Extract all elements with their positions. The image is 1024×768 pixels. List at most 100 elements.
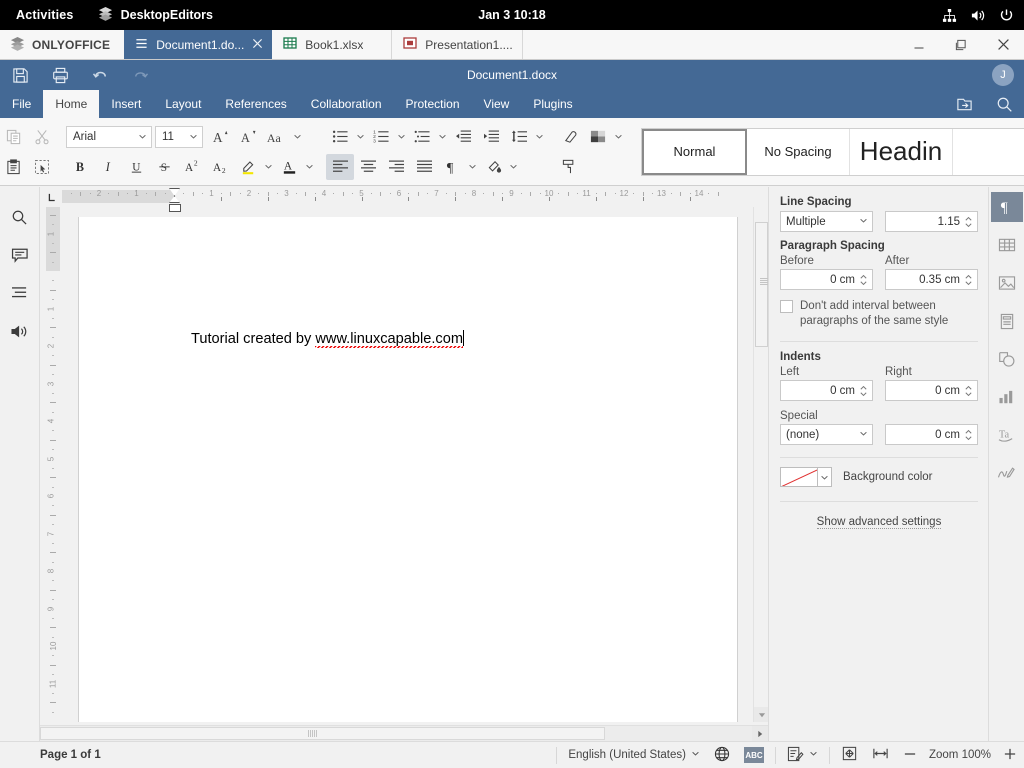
highlight-color-icon[interactable] [234, 154, 262, 180]
select-all-icon[interactable] [28, 154, 56, 180]
scroll-down-button[interactable] [754, 707, 769, 722]
tab-stop-left-icon[interactable] [40, 187, 62, 207]
tab-stop-mark[interactable] [595, 197, 597, 201]
chevron-down-icon[interactable] [466, 154, 479, 180]
activities-button[interactable]: Activities [0, 8, 88, 22]
hscrollbar-thumb[interactable] [40, 727, 605, 740]
image-settings-icon[interactable] [991, 268, 1023, 298]
minimize-icon[interactable] [898, 30, 940, 59]
spinner-icon[interactable] [964, 385, 975, 397]
scroll-right-button[interactable] [752, 726, 768, 741]
special-indent-by-input[interactable]: 0 cm [885, 424, 978, 445]
chevron-down-icon[interactable] [262, 154, 275, 180]
strikethrough-icon[interactable]: S [150, 154, 178, 180]
style-heading1[interactable]: Headin [850, 128, 953, 175]
tab-plugins[interactable]: Plugins [521, 90, 584, 118]
header-footer-settings-icon[interactable] [991, 306, 1023, 336]
chevron-down-icon[interactable] [507, 154, 520, 180]
copy-icon[interactable] [0, 124, 28, 150]
tab-collaboration[interactable]: Collaboration [299, 90, 394, 118]
text-art-settings-icon[interactable]: Ta [991, 420, 1023, 450]
justify-icon[interactable] [410, 154, 438, 180]
power-icon[interactable] [999, 8, 1014, 23]
indent-left-input[interactable]: 0 cm [780, 380, 873, 401]
line-spacing-value-input[interactable]: 1.15 [885, 211, 978, 232]
fit-to-width-button[interactable] [865, 742, 896, 768]
document-paragraph[interactable]: Tutorial created by www.linuxcapable.com [191, 330, 465, 348]
no-interval-checkbox[interactable] [780, 300, 793, 313]
avatar[interactable]: J [992, 64, 1014, 86]
maximize-icon[interactable] [940, 30, 982, 59]
tab-stop-mark[interactable] [314, 197, 316, 201]
paste-icon[interactable] [0, 154, 28, 180]
style-normal[interactable]: Normal [642, 128, 747, 175]
tab-stop-mark[interactable] [549, 197, 550, 201]
tab-book1[interactable]: Book1.xlsx [272, 30, 393, 59]
comments-icon[interactable] [7, 243, 33, 267]
shape-settings-icon[interactable] [991, 344, 1023, 374]
document-vertical-scrollbar[interactable] [753, 207, 769, 722]
tab-stop-mark[interactable] [267, 197, 269, 201]
document-page[interactable]: Tutorial created by www.linuxcapable.com [78, 217, 738, 722]
tab-stop-mark[interactable] [642, 197, 644, 201]
font-size-select[interactable]: 11 [155, 125, 203, 148]
bold-icon[interactable]: B [66, 154, 94, 180]
decrease-font-size-icon[interactable]: A [235, 124, 263, 150]
tab-stop-mark[interactable] [455, 197, 457, 201]
tab-stop-mark[interactable] [361, 197, 363, 201]
style-next[interactable] [953, 129, 1024, 175]
chevron-down-icon[interactable] [612, 124, 625, 150]
chevron-down-icon[interactable] [354, 124, 367, 150]
show-advanced-settings-link[interactable]: Show advanced settings [816, 516, 942, 529]
tab-presentation1[interactable]: Presentation1.... [392, 30, 523, 59]
tab-stop-mark[interactable] [502, 197, 504, 201]
fit-to-page-button[interactable] [834, 742, 865, 768]
search-icon[interactable] [984, 90, 1024, 118]
numbering-icon[interactable]: 1 2 3 [367, 124, 395, 150]
font-name-select[interactable]: Arial [66, 125, 152, 148]
special-indent-select[interactable]: (none) [780, 424, 873, 445]
indent-right-input[interactable]: 0 cm [885, 380, 978, 401]
open-file-location-icon[interactable] [944, 90, 984, 118]
italic-icon[interactable]: I [94, 154, 122, 180]
close-icon[interactable] [252, 38, 263, 52]
subscript-icon[interactable]: A2 [206, 154, 234, 180]
tab-stop-mark[interactable] [689, 197, 691, 201]
text-to-speech-icon[interactable] [7, 319, 33, 343]
tab-view[interactable]: View [472, 90, 522, 118]
background-color-picker[interactable] [780, 467, 832, 487]
underline-icon[interactable]: U [122, 154, 150, 180]
zoom-out-button[interactable] [896, 742, 924, 768]
document-horizontal-scrollbar[interactable] [40, 725, 768, 741]
table-settings-icon[interactable] [991, 230, 1023, 260]
tab-file[interactable]: File [0, 90, 43, 118]
tab-home[interactable]: Home [43, 90, 100, 118]
increase-font-size-icon[interactable]: A [207, 124, 235, 150]
hyperlink-text[interactable]: www.linuxcapable.com [315, 331, 464, 348]
tab-stop-mark[interactable] [220, 197, 222, 201]
language-selector[interactable]: English (United States) [561, 742, 707, 768]
set-language-button[interactable] [707, 742, 737, 768]
headings-navigation-icon[interactable] [7, 281, 33, 305]
line-spacing-icon[interactable] [505, 124, 533, 150]
chevron-down-icon[interactable] [291, 124, 304, 150]
decrease-indent-icon[interactable] [449, 124, 477, 150]
horizontal-ruler[interactable]: 2 1 1 2 3 4 5 6 7 8 9 10 11 12 13 14 [40, 187, 768, 212]
paragraph-settings-icon[interactable]: ¶ [990, 192, 1023, 222]
close-icon[interactable] [982, 30, 1024, 59]
track-changes-button[interactable] [780, 742, 825, 768]
chevron-down-icon[interactable] [533, 124, 546, 150]
tab-document1[interactable]: Document1.do... [124, 30, 273, 59]
font-color-icon[interactable]: A [275, 154, 303, 180]
increase-indent-icon[interactable] [477, 124, 505, 150]
background-color-swatch[interactable] [780, 467, 818, 487]
chevron-down-icon[interactable] [818, 467, 832, 487]
tab-stop-mark[interactable] [408, 197, 410, 201]
align-center-icon[interactable] [354, 154, 382, 180]
chevron-down-icon[interactable] [436, 124, 449, 150]
spinner-icon[interactable] [964, 429, 975, 441]
spinner-icon[interactable] [964, 216, 975, 228]
multilevel-list-icon[interactable] [408, 124, 436, 150]
tab-insert[interactable]: Insert [99, 90, 153, 118]
cut-icon[interactable] [28, 124, 56, 150]
